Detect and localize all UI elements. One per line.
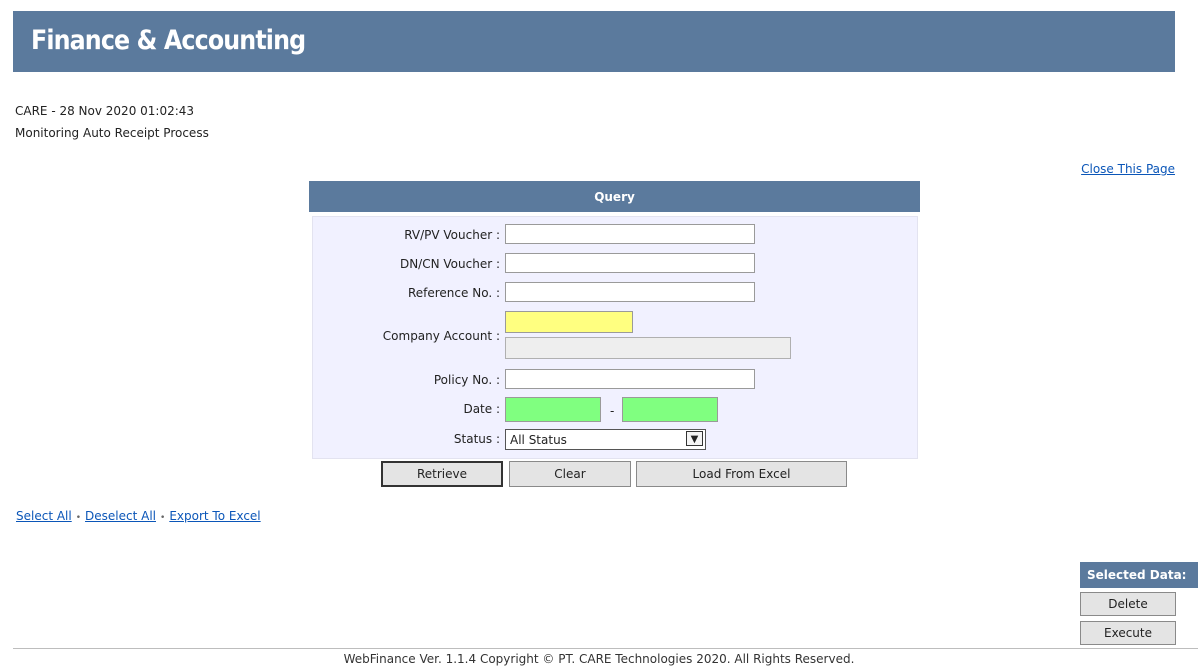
retrieve-button[interactable]: Retrieve bbox=[381, 461, 503, 487]
rvpv-voucher-input[interactable] bbox=[505, 224, 755, 244]
delete-button[interactable]: Delete bbox=[1080, 592, 1176, 616]
execute-button[interactable]: Execute bbox=[1080, 621, 1176, 645]
date-from-input[interactable] bbox=[505, 397, 601, 422]
reference-no-input[interactable] bbox=[505, 282, 755, 302]
page-title: Monitoring Auto Receipt Process bbox=[15, 126, 209, 140]
rvpv-voucher-label: RV/PV Voucher : bbox=[404, 228, 500, 242]
load-from-excel-button[interactable]: Load From Excel bbox=[636, 461, 847, 487]
policy-no-label: Policy No. : bbox=[433, 373, 500, 387]
company-account-name-field bbox=[505, 337, 791, 359]
query-header: Query bbox=[309, 181, 920, 212]
deselect-all-link[interactable]: Deselect All bbox=[85, 509, 156, 523]
status-select[interactable]: All Status ▼ bbox=[505, 429, 706, 450]
dncn-voucher-input[interactable] bbox=[505, 253, 755, 273]
date-label: Date : bbox=[463, 402, 500, 416]
status-selected-value: All Status bbox=[510, 433, 567, 447]
clear-button[interactable]: Clear bbox=[509, 461, 631, 487]
bullet-separator: • bbox=[75, 513, 82, 523]
dncn-voucher-label: DN/CN Voucher : bbox=[399, 257, 500, 271]
footer-divider bbox=[13, 648, 1198, 649]
footer-copyright: WebFinance Ver. 1.1.4 Copyright © PT. CA… bbox=[343, 652, 855, 666]
bullet-separator: • bbox=[160, 513, 166, 523]
company-account-label: Company Account : bbox=[382, 329, 500, 343]
app-title: Finance & Accounting bbox=[31, 25, 306, 56]
chevron-down-icon[interactable]: ▼ bbox=[686, 431, 703, 446]
app-banner: Finance & Accounting bbox=[13, 11, 1175, 72]
selected-data-header: Selected Data: bbox=[1080, 562, 1198, 588]
close-page-link[interactable]: Close This Page bbox=[1081, 162, 1175, 176]
export-to-excel-link[interactable]: Export To Excel bbox=[169, 509, 260, 523]
policy-no-input[interactable] bbox=[505, 369, 755, 389]
company-account-code-input[interactable] bbox=[505, 311, 633, 333]
date-to-input[interactable] bbox=[622, 397, 718, 422]
session-info: CARE - 28 Nov 2020 01:02:43 bbox=[15, 104, 195, 118]
date-separator: - bbox=[610, 404, 615, 418]
select-all-link[interactable]: Select All bbox=[16, 509, 72, 523]
status-label: Status : bbox=[453, 432, 500, 446]
reference-no-label: Reference No. : bbox=[407, 286, 500, 300]
bulk-actions-row: Select All • Deselect All • Export To Excel bbox=[16, 509, 261, 523]
